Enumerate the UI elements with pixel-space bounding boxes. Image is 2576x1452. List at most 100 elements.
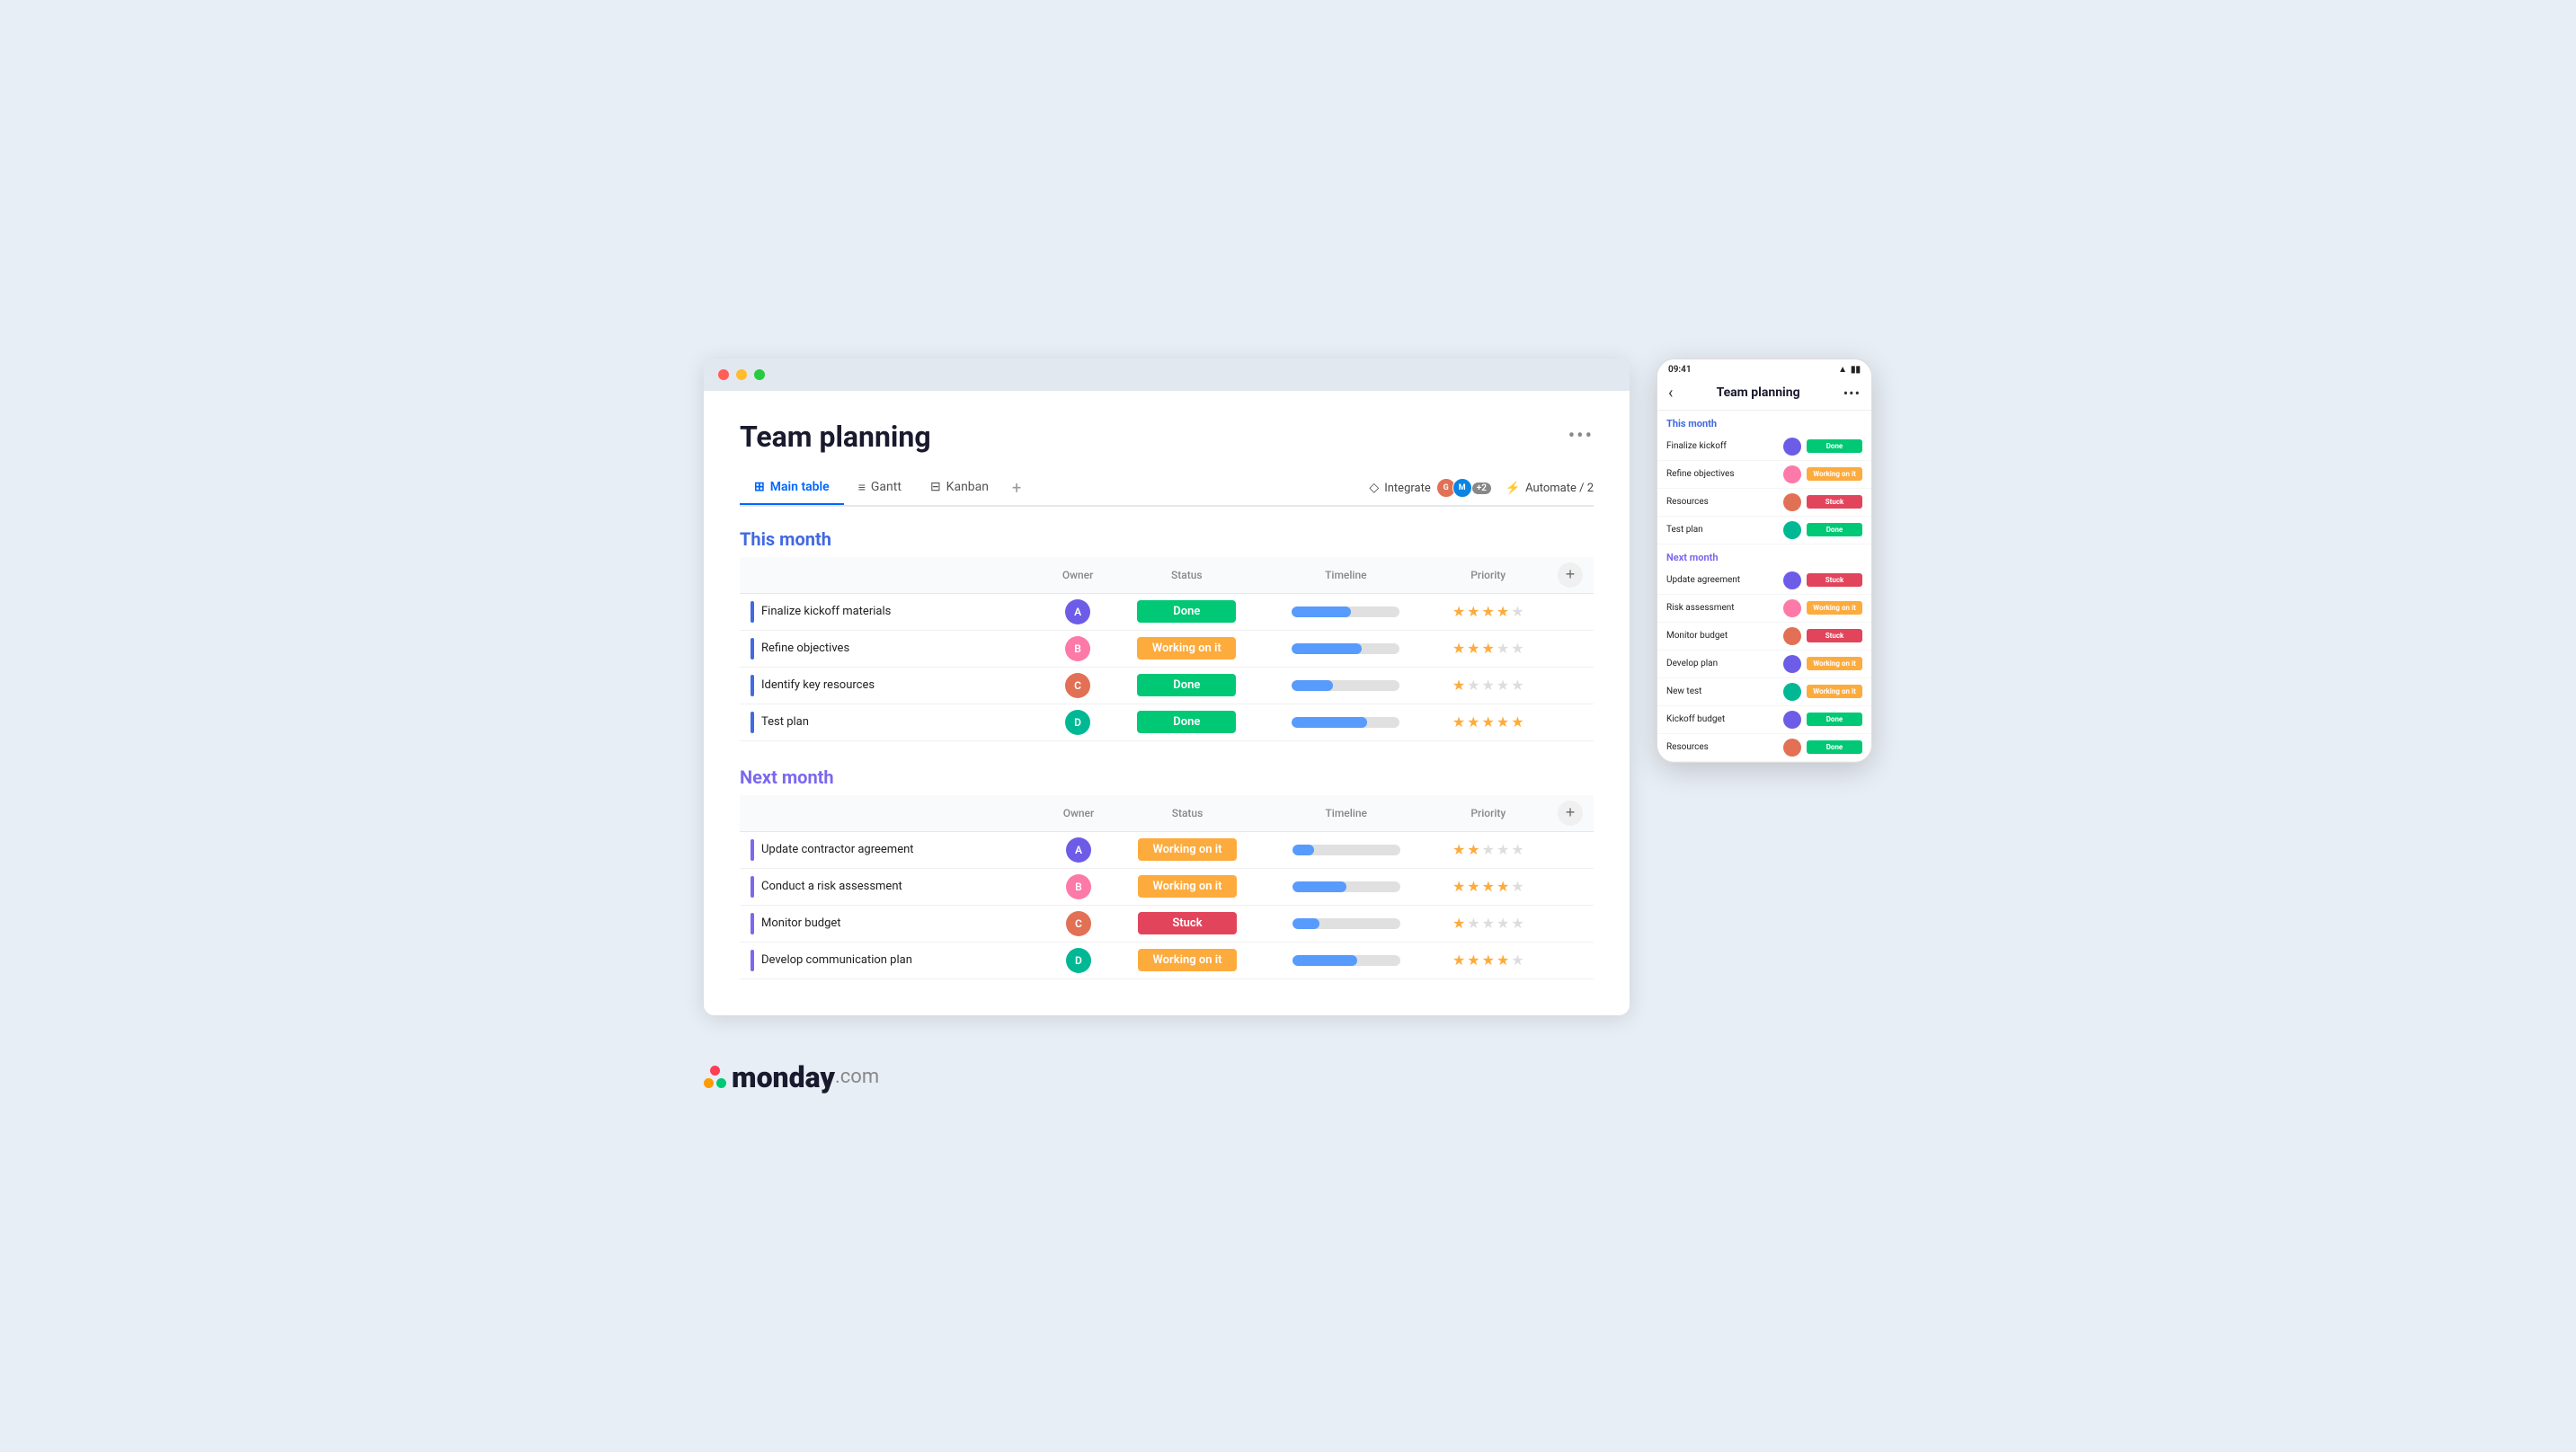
table-row: Test plan D Done ★★★★★: [740, 704, 1594, 740]
star: ★: [1467, 878, 1479, 895]
logo-dot-red: [710, 1066, 720, 1076]
integrate-button[interactable]: ◇ Integrate G M +2: [1369, 478, 1491, 498]
phone-avatar: [1783, 465, 1801, 483]
timeline-cell: [1263, 831, 1430, 868]
next-month-tbody: Update contractor agreement A Working on…: [740, 831, 1594, 978]
phone-status-icons: ▲ ▮▮: [1838, 365, 1861, 375]
phone-task-name: Develop plan: [1666, 659, 1778, 668]
star: ★: [1482, 952, 1495, 969]
col-timeline-nm: Timeline: [1263, 795, 1430, 832]
col-timeline: Timeline: [1262, 557, 1429, 594]
browser-dot-yellow: [736, 369, 747, 380]
phone-status-badge: Stuck: [1807, 495, 1862, 509]
star: ★: [1511, 915, 1523, 932]
task-name-cell: Monitor budget: [740, 905, 1045, 942]
table-row: Monitor budget C Stuck ★★★★★: [740, 905, 1594, 942]
star: ★: [1497, 952, 1509, 969]
logo-com-text: .com: [835, 1066, 879, 1088]
phone-task-name: Update agreement: [1666, 575, 1778, 585]
tabs-bar: ⊞ Main table ≡ Gantt ⊟ Kanban + ◇: [740, 472, 1594, 507]
extra-cell: [1547, 942, 1594, 978]
phone-back-button[interactable]: ‹: [1668, 384, 1673, 403]
avatar: B: [1066, 874, 1091, 899]
timeline-bar-fill: [1292, 606, 1351, 617]
timeline-bar-fill: [1292, 680, 1333, 691]
add-column-button[interactable]: +: [1558, 562, 1583, 588]
automate-button[interactable]: ⚡ Automate / 2: [1506, 482, 1594, 495]
task-name-cell: Conduct a risk assessment: [740, 868, 1045, 905]
status-badge[interactable]: Done: [1137, 674, 1236, 696]
status-badge[interactable]: Working on it: [1138, 949, 1237, 971]
phone-status-badge: Stuck: [1807, 573, 1862, 587]
phone-status-badge: Working on it: [1807, 657, 1862, 670]
extra-cell: [1547, 831, 1594, 868]
timeline-cell: [1263, 942, 1430, 978]
col-priority-nm: Priority: [1430, 795, 1547, 832]
stars: ★★★★★: [1440, 713, 1536, 730]
stars: ★★★★★: [1440, 640, 1536, 657]
list-item: New test Working on it: [1657, 678, 1871, 706]
logo-dot-green: [716, 1078, 726, 1088]
star: ★: [1467, 640, 1479, 657]
star: ★: [1497, 677, 1509, 694]
phone-status-badge: Working on it: [1807, 685, 1862, 698]
status-badge[interactable]: Working on it: [1137, 637, 1236, 660]
phone-task-name: Refine objectives: [1666, 469, 1778, 479]
tab-gantt[interactable]: ≡ Gantt: [844, 473, 916, 506]
timeline-bar: [1292, 845, 1400, 855]
phone-task-name: Test plan: [1666, 525, 1778, 535]
owner-cell: A: [1045, 831, 1112, 868]
this-month-tbody: Finalize kickoff materials A Done ★★★★★: [740, 593, 1594, 740]
phone-task-name: New test: [1666, 686, 1778, 696]
browser-dot-green: [754, 369, 765, 380]
star: ★: [1452, 878, 1465, 895]
list-item: Refine objectives Working on it: [1657, 461, 1871, 489]
extra-cell: [1547, 667, 1594, 704]
status-badge[interactable]: Working on it: [1138, 875, 1237, 898]
list-item: Finalize kickoff Done: [1657, 433, 1871, 461]
star: ★: [1452, 841, 1465, 858]
star: ★: [1482, 640, 1495, 657]
col-task: [740, 557, 1044, 594]
table-icon: ⊞: [754, 480, 765, 494]
stars: ★★★★★: [1441, 841, 1536, 858]
more-menu-button[interactable]: •••: [1568, 425, 1594, 447]
status-badge[interactable]: Done: [1137, 711, 1236, 733]
tab-main-table[interactable]: ⊞ Main table: [740, 473, 844, 505]
status-badge[interactable]: Stuck: [1138, 912, 1237, 934]
list-item: Develop plan Working on it: [1657, 651, 1871, 678]
col-status: Status: [1111, 557, 1262, 594]
star: ★: [1482, 677, 1495, 694]
timeline-bar-fill: [1292, 881, 1346, 892]
phone-statusbar: 09:41 ▲ ▮▮: [1657, 359, 1871, 378]
add-tab-button[interactable]: +: [1003, 472, 1030, 507]
timeline-cell: [1262, 630, 1429, 667]
list-item: Update agreement Stuck: [1657, 567, 1871, 595]
status-badge[interactable]: Working on it: [1138, 838, 1237, 861]
phone-title: Team planning: [1717, 385, 1800, 400]
extra-cell: [1547, 593, 1594, 630]
task-name: Monitor budget: [761, 916, 841, 930]
phone-status-badge: Done: [1807, 740, 1862, 754]
priority-cell: ★★★★★: [1430, 905, 1547, 942]
next-month-table: Owner Status Timeline Priority +: [740, 795, 1594, 979]
status-badge[interactable]: Done: [1137, 600, 1236, 623]
stars: ★★★★★: [1441, 915, 1536, 932]
timeline-bar: [1292, 881, 1400, 892]
stars: ★★★★★: [1440, 603, 1536, 620]
star: ★: [1452, 713, 1465, 730]
phone-task-name: Finalize kickoff: [1666, 441, 1778, 451]
phone-more-button[interactable]: •••: [1843, 385, 1861, 402]
phone-status-badge: Done: [1807, 523, 1862, 536]
phone-avatar: [1783, 493, 1801, 511]
phone-avatar: [1783, 438, 1801, 456]
priority-cell: ★★★★★: [1429, 630, 1547, 667]
status-cell: Done: [1111, 593, 1262, 630]
tab-kanban[interactable]: ⊟ Kanban: [916, 473, 1003, 505]
star: ★: [1511, 640, 1523, 657]
add-column-button-nm[interactable]: +: [1558, 801, 1583, 826]
table-row: Refine objectives B Working on it ★★★★★: [740, 630, 1594, 667]
phone-task-name: Risk assessment: [1666, 603, 1778, 613]
logo-section: monday.com: [704, 1060, 1630, 1094]
timeline-bar: [1292, 606, 1399, 617]
